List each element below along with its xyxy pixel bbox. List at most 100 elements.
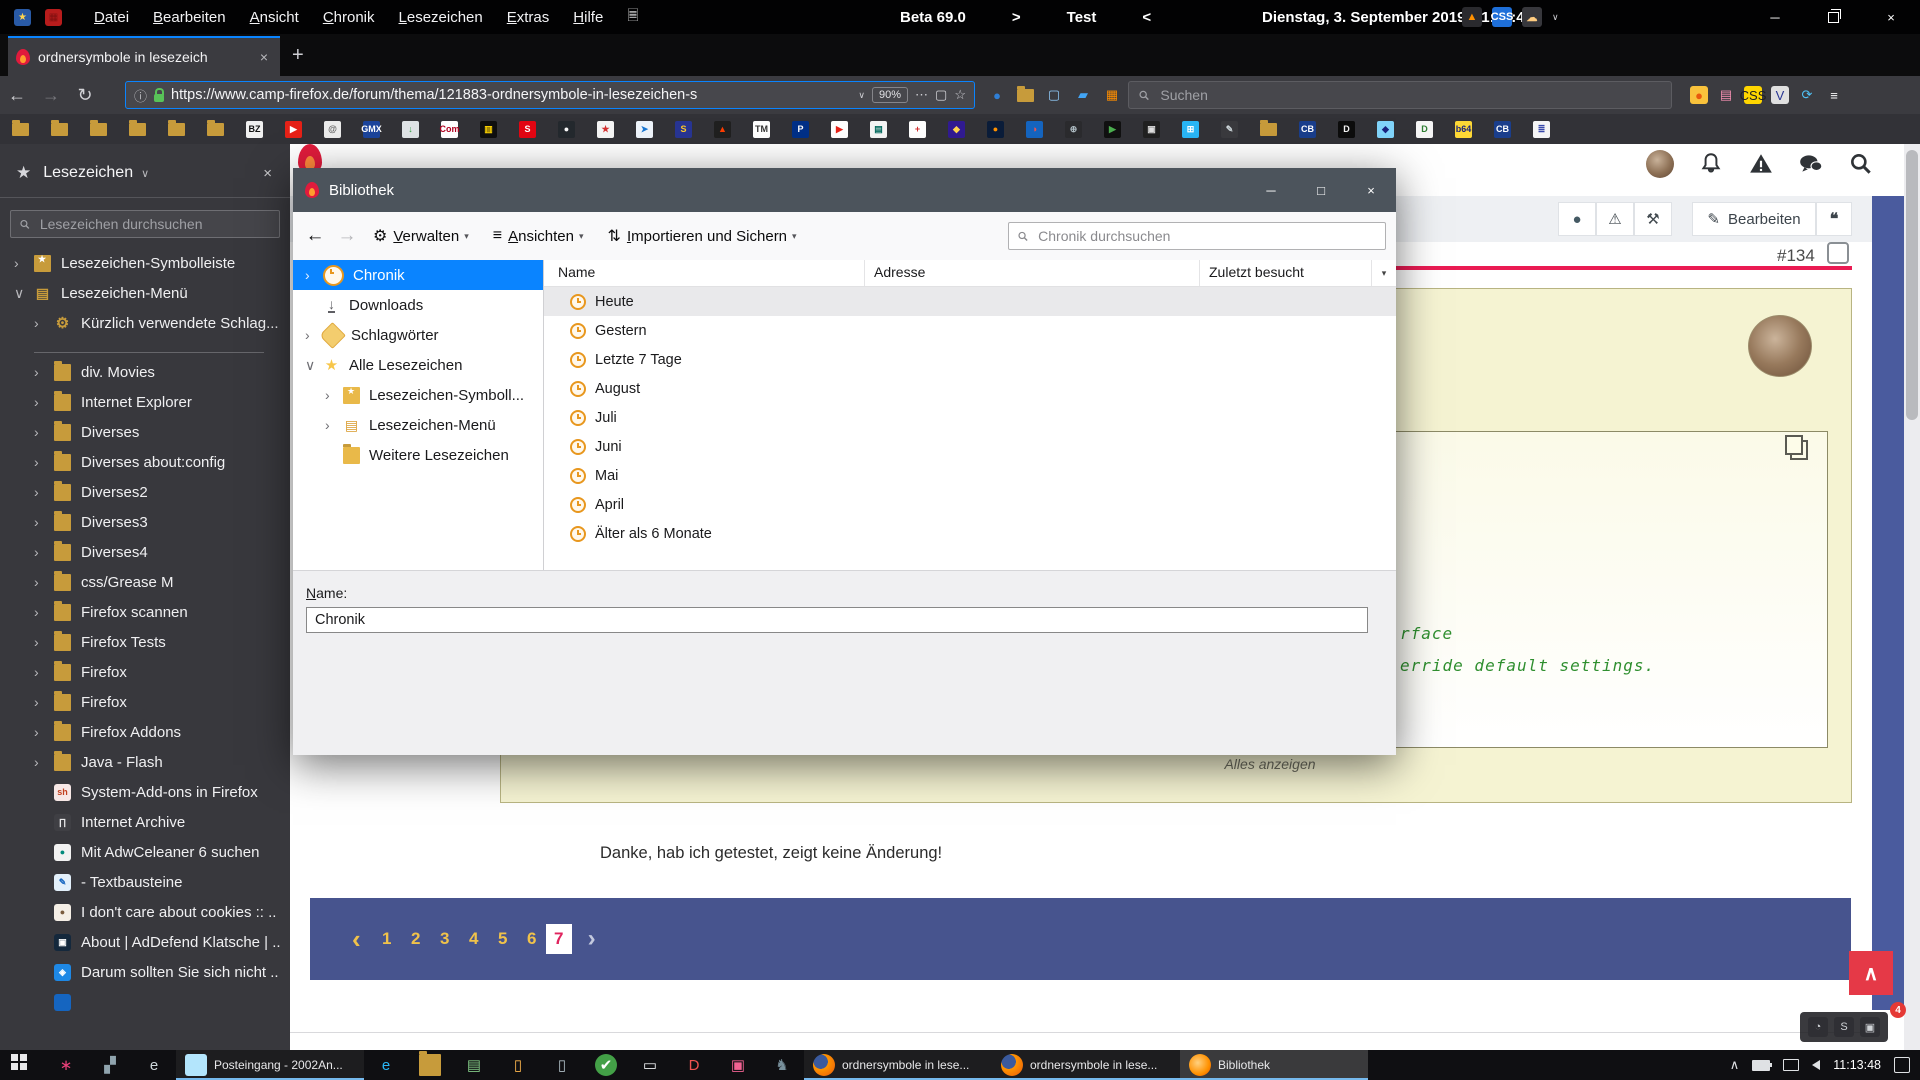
taskbar-item[interactable]: ▯ xyxy=(496,1050,540,1080)
css-file-icon[interactable]: CSS xyxy=(1492,7,1512,27)
toolbar-addon-icon[interactable]: ≡ xyxy=(1825,86,1843,104)
sidebar-bookmark-item[interactable]: › Java - Flash xyxy=(0,747,290,777)
library-tree-item[interactable]: › Lesezeichen-Menü xyxy=(293,410,543,440)
reload-button[interactable]: ↻ xyxy=(68,85,102,106)
sidebar-bookmark-item[interactable] xyxy=(0,987,290,1017)
back-button[interactable]: ← xyxy=(0,85,34,106)
notification-center-icon[interactable] xyxy=(1894,1057,1910,1073)
tray-chevron-up-icon[interactable]: ∧ xyxy=(1730,1057,1740,1073)
toolbar-extension-icon[interactable]: ● xyxy=(988,86,1006,104)
menubar-item[interactable]: Ansicht xyxy=(240,6,309,29)
bookmark-favicon[interactable]: D xyxy=(1416,121,1433,138)
taskbar-item[interactable]: ▣ xyxy=(716,1050,760,1080)
pagination-page[interactable]: 5 xyxy=(495,929,511,949)
expander-chevron-icon[interactable]: › xyxy=(34,364,54,380)
globe-button[interactable]: ● xyxy=(1558,202,1596,236)
column-picker-chevron-icon[interactable]: ▾ xyxy=(1371,260,1396,286)
menubar-item[interactable]: Chronik xyxy=(313,6,385,29)
sidebar-bookmark-item[interactable]: › Diverses3 xyxy=(0,507,290,537)
expander-chevron-icon[interactable]: › xyxy=(14,255,34,271)
user-avatar[interactable] xyxy=(1646,150,1674,178)
https-lock-icon[interactable] xyxy=(154,94,164,102)
column-header-visited[interactable]: Zuletzt besucht xyxy=(1209,264,1304,280)
taskbar-item[interactable]: ordnersymbole in lese... xyxy=(992,1050,1180,1080)
bookmark-favicon[interactable]: ▲ xyxy=(714,121,731,138)
taskbar-item[interactable]: ordnersymbole in lese... xyxy=(804,1050,992,1080)
post-number[interactable]: #134 xyxy=(1777,246,1815,266)
status-icon[interactable]: ◔ xyxy=(1808,1017,1828,1037)
page-scrollbar-thumb[interactable] xyxy=(1906,150,1918,420)
sidebar-bookmark-item[interactable]: ∏ Internet Archive xyxy=(0,807,290,837)
sidebar-title[interactable]: Lesezeichen xyxy=(43,164,133,182)
bookmark-favicon[interactable]: ● xyxy=(558,121,575,138)
pagination-page[interactable]: 4 xyxy=(466,929,482,949)
volume-icon[interactable] xyxy=(1812,1060,1820,1070)
taskbar-item[interactable]: Bibliothek xyxy=(1180,1050,1368,1080)
manage-menu-button[interactable]: Verwalten xyxy=(393,228,459,245)
library-maximize-button[interactable]: □ xyxy=(1296,168,1346,212)
flame-addon-icon[interactable]: ▲ xyxy=(1462,7,1482,27)
library-tree-item[interactable]: Weitere Lesezeichen xyxy=(293,440,543,470)
taskbar-item[interactable] xyxy=(408,1050,452,1080)
toolbar-addon-icon[interactable]: ▤ xyxy=(1717,86,1735,104)
bookmark-favicon[interactable]: ⊕ xyxy=(1065,121,1082,138)
expander-chevron-icon[interactable]: › xyxy=(34,394,54,410)
library-tree-item[interactable]: › Schlagwörter xyxy=(293,320,543,350)
library-close-button[interactable]: × xyxy=(1346,168,1396,212)
menubar-item[interactable]: Datei xyxy=(84,6,139,29)
sidebar-bookmark-item[interactable]: › Firefox scannen xyxy=(0,597,290,627)
post-author-avatar[interactable] xyxy=(1748,315,1812,377)
report-warning-button[interactable]: ⚠ xyxy=(1596,202,1634,236)
library-back-button[interactable]: ← xyxy=(299,225,331,247)
history-group-row[interactable]: Letzte 7 Tage xyxy=(544,345,1396,374)
bookmark-star-icon[interactable]: ☆ xyxy=(954,87,966,103)
url-dropdown-chevron-icon[interactable]: ∨ xyxy=(858,90,865,101)
toolbar-addon-icon[interactable]: CSS xyxy=(1744,86,1762,104)
window-close-button[interactable]: × xyxy=(1868,0,1914,34)
sidebar-bookmark-item[interactable]: › Diverses4 xyxy=(0,537,290,567)
bookmark-favicon[interactable] xyxy=(51,123,68,136)
bookmark-favicon[interactable]: ● xyxy=(987,121,1004,138)
library-forward-button[interactable]: → xyxy=(331,225,363,247)
bookmark-favicon[interactable] xyxy=(129,123,146,136)
library-tree-item[interactable]: ∨ Alle Lesezeichen xyxy=(293,350,543,380)
sidebar-bookmark-item[interactable]: › Diverses2 xyxy=(0,477,290,507)
pagination-prev[interactable]: ‹ xyxy=(352,924,361,955)
sidebar-bookmark-item[interactable]: ∨ Lesezeichen-Menü xyxy=(0,278,290,308)
sidebar-bookmark-item[interactable] xyxy=(34,338,264,353)
name-field-input[interactable] xyxy=(306,607,1368,633)
taskbar-item[interactable]: ∗ xyxy=(44,1050,88,1080)
bookmark-favicon[interactable] xyxy=(168,123,185,136)
status-icon[interactable]: ▣ xyxy=(1860,1017,1880,1037)
history-group-row[interactable]: Juli xyxy=(544,403,1396,432)
bookmark-favicon[interactable] xyxy=(12,123,29,136)
menubar-item[interactable]: Extras xyxy=(497,6,560,29)
bookmark-favicon[interactable] xyxy=(90,123,107,136)
library-tree-item[interactable]: › Lesezeichen-Symboll... xyxy=(293,380,543,410)
taskbar-item[interactable]: ▤ xyxy=(452,1050,496,1080)
history-group-row[interactable]: Juni xyxy=(544,432,1396,461)
expander-chevron-icon[interactable]: › xyxy=(34,664,54,680)
battery-icon[interactable] xyxy=(1752,1060,1770,1071)
page-actions-dots-icon[interactable]: ⋯ xyxy=(915,87,928,103)
sidebar-bookmark-item[interactable]: ● Mit AdwCeleaner 6 suchen xyxy=(0,837,290,867)
new-tab-button[interactable]: + xyxy=(292,44,304,67)
expander-chevron-icon[interactable]: › xyxy=(34,574,54,590)
post-select-checkbox[interactable] xyxy=(1827,242,1849,264)
sidebar-bookmark-item[interactable]: › Kürzlich verwendete Schlag... xyxy=(0,308,290,338)
library-search-input[interactable] xyxy=(1036,227,1377,245)
toolbar-extension-icon[interactable]: ▰ xyxy=(1074,86,1092,104)
sidebar-bookmark-item[interactable]: › Diverses about:config xyxy=(0,447,290,477)
moderation-hammer-button[interactable]: ⚒ xyxy=(1634,202,1672,236)
sidebar-bookmark-item[interactable]: ✎ - Textbausteine xyxy=(0,867,290,897)
expander-chevron-icon[interactable]: › xyxy=(325,417,343,433)
taskbar-item[interactable]: ▞ xyxy=(88,1050,132,1080)
bookmark-favicon[interactable]: TM xyxy=(753,121,770,138)
toolbar-extension-icon[interactable]: ▦ xyxy=(1103,86,1121,104)
bookmark-favicon[interactable]: ⊞ xyxy=(1182,121,1199,138)
scroll-to-top-button[interactable]: ∧ xyxy=(1849,951,1893,995)
bookmark-favicon[interactable]: ▣ xyxy=(1143,121,1160,138)
bookmark-favicon[interactable]: @ xyxy=(324,121,341,138)
pagination-next[interactable]: › xyxy=(588,925,596,953)
url-text[interactable]: https://www.camp-firefox.de/forum/thema/… xyxy=(171,87,851,103)
